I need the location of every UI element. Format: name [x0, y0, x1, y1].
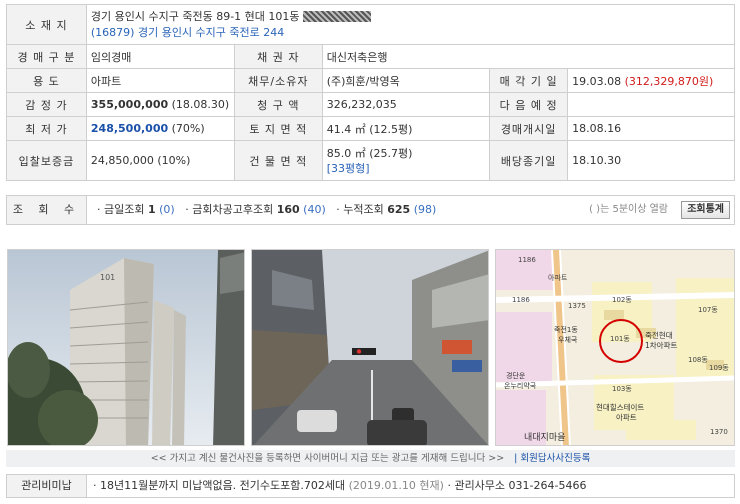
start-value: 18.08.16: [567, 116, 735, 141]
type-value: 임의경매: [85, 44, 235, 69]
street-photo-image: [252, 250, 488, 445]
claim-label: 청 구 액: [233, 92, 323, 117]
min-price-cell: 248,500,000 (70%): [85, 116, 235, 141]
map-label-4: 1375: [568, 302, 586, 310]
after-label: · 금회차공고후조회: [185, 203, 274, 216]
debtor-value: (주)희훈/박영옥: [321, 68, 491, 93]
today-label: · 금일조회: [97, 203, 145, 216]
map-label-17: 현대힐스테이트: [596, 402, 644, 412]
management-label: 관리비미납: [7, 475, 87, 497]
management-date: (2019.01.10 현재): [348, 479, 444, 492]
map-label-6: 우체국: [558, 336, 578, 344]
land-label: 토 지 면 적: [233, 116, 323, 141]
land-value: 41.4 ㎡ (12.5평): [321, 116, 491, 141]
debtor-label: 채무/소유자: [233, 68, 323, 93]
sale-amount: (312,329,870원): [624, 74, 714, 88]
total-count: 625: [387, 203, 411, 216]
map-label-20: 1370: [710, 428, 728, 436]
building-label: 건 물 면 적: [233, 140, 323, 181]
after-paren[interactable]: (40): [303, 203, 326, 216]
management-text: · 18년11월분까지 미납액없음. 전기수도포함.702세대 (2019.01…: [93, 475, 586, 497]
total-paren[interactable]: (98): [414, 203, 437, 216]
dividend-label: 배당종기일: [489, 140, 569, 181]
total-label: · 누적조회: [336, 203, 384, 216]
appraisal-cell: 355,000,000 (18.08.30): [85, 92, 235, 117]
start-label: 경매개시일: [489, 116, 569, 141]
map-label-8: 101동: [610, 335, 630, 343]
dividend-value: 18.10.30: [567, 140, 735, 181]
building-type-link[interactable]: [33평형]: [327, 161, 485, 176]
redacted-block: [302, 11, 371, 22]
address-cell: 경기 용인시 수지구 죽전동 89-1 현대 101동 (16879) 경기 용…: [85, 4, 736, 45]
deposit-value: 24,850,000 (10%): [85, 140, 235, 181]
building-cell: 85.0 ㎡ (25.7평) [33평형]: [321, 140, 491, 181]
next-label: 다 음 예 정: [489, 92, 569, 117]
location-map[interactable]: 1186 아파트 1186 1375 죽전1동 우체국 102동 101동 죽전…: [495, 249, 735, 446]
register-photo-link[interactable]: | 회원답사사진등록: [514, 453, 590, 464]
claim-value: 326,232,035: [321, 92, 491, 117]
auction-info-table: 소 재 지 경기 용인시 수지구 죽전동 89-1 현대 101동 (16879…: [6, 4, 736, 181]
map-label-5: 죽전1동: [554, 325, 578, 334]
svg-text:101: 101: [100, 273, 115, 282]
deposit-label: 입찰보증금: [6, 140, 87, 181]
road-address-link[interactable]: (16879) 경기 용인시 수지구 죽전로 244: [91, 25, 730, 41]
map-label-12: 108동: [688, 356, 708, 364]
map-label-15: 온누리약국: [504, 381, 537, 390]
view-note: ( )는 5분이상 열람: [589, 204, 668, 215]
photo-street-view[interactable]: [251, 249, 489, 446]
management-fee-row: 관리비미납 · 18년11월분까지 미납액없음. 전기수도포함.702세대 (2…: [6, 474, 735, 498]
appraisal-label: 감 정 가: [6, 92, 87, 117]
view-count-items: · 금일조회 1 (0) · 금회차공고후조회 160 (40) · 누적조회 …: [97, 196, 436, 224]
view-count-label: 조 회 수: [7, 196, 87, 224]
sale-date-label: 매 각 기 일: [489, 68, 569, 93]
sale-date-cell: 19.03.08 (312,329,870원): [567, 68, 735, 93]
use-label: 용 도: [6, 68, 87, 93]
map-label-9: 죽전현대: [645, 330, 673, 340]
next-value: [567, 92, 735, 117]
map-label-14: 경단운: [506, 371, 526, 380]
map-label-11: 107동: [698, 306, 718, 314]
management-main: · 18년11월분까지 미납액없음. 전기수도포함.702세대: [93, 479, 346, 492]
min-price-value: 248,500,000: [90, 122, 169, 135]
management-office: · 관리사무소 031-264-5466: [447, 479, 587, 492]
min-price-label: 최 저 가: [6, 116, 87, 141]
banner-text: << 가지고 계신 물건사진을 등록하면 사이버머니 지급 또는 광고를 게재해…: [150, 453, 505, 464]
map-label-1: 1186: [518, 256, 536, 264]
view-count-bar: 조 회 수 · 금일조회 1 (0) · 금회차공고후조회 160 (40) ·…: [6, 195, 735, 225]
map-label-18: 아파트: [616, 412, 637, 422]
address-label: 소 재 지: [6, 4, 87, 45]
address-text: 경기 용인시 수지구 죽전동 89-1 현대 101동: [90, 9, 300, 23]
use-value: 아파트: [85, 68, 235, 93]
creditor-label: 채 권 자: [233, 44, 323, 69]
type-label: 경 매 구 분: [6, 44, 87, 69]
today-paren[interactable]: (0): [159, 203, 175, 216]
stats-button[interactable]: 조회통계: [681, 201, 730, 219]
appraisal-value: 355,000,000: [90, 98, 169, 111]
map-label-13: 109동: [709, 364, 729, 372]
map-image: 1186 아파트 1186 1375 죽전1동 우체국 102동 101동 죽전…: [496, 250, 734, 445]
map-label-10: 1차아파트: [645, 340, 677, 350]
map-label-19: 내대지마을: [524, 432, 565, 443]
today-count: 1: [147, 203, 156, 216]
after-count: 160: [276, 203, 300, 216]
sale-date: 19.03.08: [572, 74, 622, 88]
map-label-3: 1186: [512, 296, 530, 304]
building-value: 85.0 ㎡ (25.7평): [326, 146, 413, 160]
creditor-value: 대신저축은행: [321, 44, 736, 69]
min-price-pct: (70%): [171, 122, 205, 135]
map-label-16: 103동: [612, 385, 632, 393]
appraisal-date: (18.08.30): [171, 98, 230, 111]
photo-apartment-building[interactable]: 101: [7, 249, 245, 446]
apartment-photo-image: 101: [8, 250, 244, 445]
photo-register-banner: << 가지고 계신 물건사진을 등록하면 사이버머니 지급 또는 광고를 게재해…: [6, 450, 735, 467]
map-label-7: 102동: [612, 296, 632, 304]
map-label-2: 아파트: [548, 273, 568, 282]
